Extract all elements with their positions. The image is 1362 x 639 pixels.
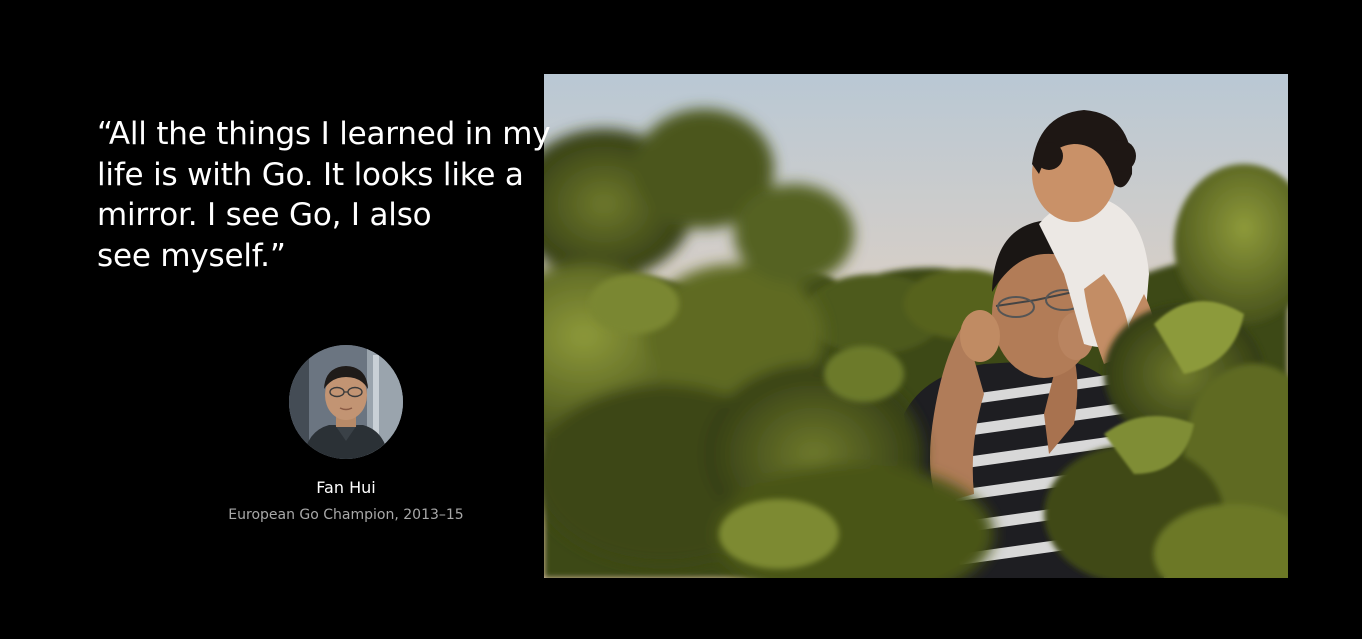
hero-photo [544, 74, 1288, 578]
vineyard-photo-image [544, 74, 1288, 578]
quote-line: mirror. I see Go, I also [97, 197, 432, 233]
quote-line: “All the things I learned in my [97, 116, 551, 152]
person-title: European Go Champion, 2013–15 [228, 507, 464, 523]
quote-line: see myself.” [97, 237, 286, 274]
person-name: Fan Hui [316, 478, 376, 497]
testimonial-quote: “All the things I learned in my life is … [97, 114, 567, 276]
quote-line: life is with Go. It looks like a [97, 156, 524, 193]
avatar [289, 345, 403, 459]
person-portrait-image [289, 345, 403, 459]
